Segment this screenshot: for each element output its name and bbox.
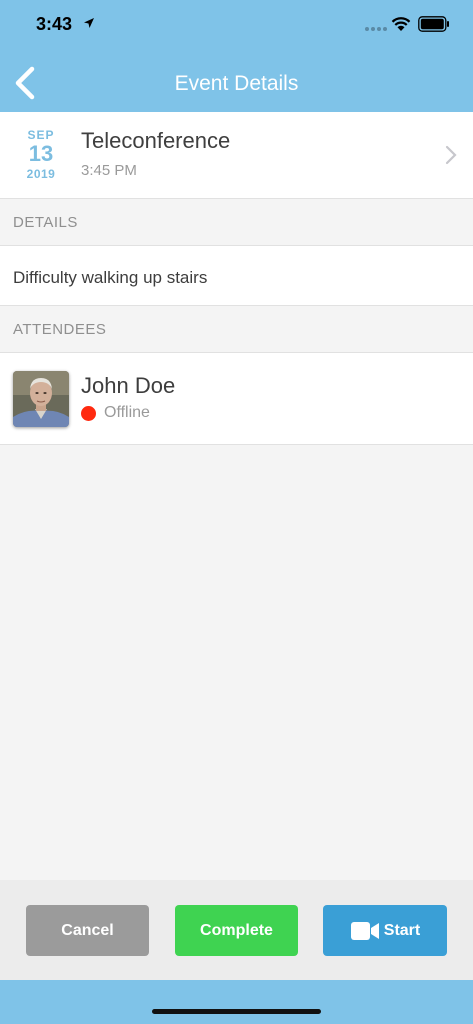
battery-icon	[418, 16, 449, 32]
event-month: SEP	[27, 128, 55, 142]
attendee-row[interactable]: John Doe Offline	[0, 352, 473, 445]
event-summary-row[interactable]: SEP 13 2019 Teleconference 3:45 PM	[0, 112, 473, 199]
start-button-label: Start	[383, 921, 421, 939]
attendee-name: John Doe	[81, 373, 176, 398]
event-day: 13	[28, 141, 54, 166]
event-year: 2019	[26, 167, 56, 181]
start-button[interactable]: Start	[323, 905, 447, 956]
attendee-status: Offline	[104, 404, 150, 421]
complete-button[interactable]: Complete	[175, 905, 298, 956]
cancel-button-label: Cancel	[61, 921, 114, 939]
event-date: SEP 13 2019	[16, 128, 66, 181]
attendees-section-header: ATTENDEES	[0, 306, 473, 352]
video-camera-icon	[350, 921, 379, 940]
avatar	[13, 371, 69, 427]
navigation-bar: Event Details	[0, 52, 473, 112]
complete-button-label: Complete	[200, 921, 273, 939]
event-title: Teleconference	[81, 128, 231, 153]
home-indicator[interactable]	[152, 1009, 321, 1014]
status-bar: 3:43	[0, 0, 473, 52]
location-arrow-icon	[84, 18, 94, 28]
chevron-right-icon	[445, 145, 457, 165]
page-title: Event Details	[174, 72, 299, 95]
action-bar: Cancel Complete Start	[0, 880, 473, 980]
offline-status-dot-icon	[81, 406, 96, 421]
details-section-header: DETAILS	[0, 199, 473, 245]
details-text: Difficulty walking up stairs	[13, 268, 208, 287]
home-indicator-area	[0, 980, 473, 1024]
event-time: 3:45 PM	[81, 162, 137, 179]
details-row: Difficulty walking up stairs	[0, 245, 473, 306]
cellular-signal-icon	[365, 27, 387, 31]
cancel-button[interactable]: Cancel	[26, 905, 149, 956]
status-time: 3:43	[36, 14, 73, 34]
wifi-icon	[391, 17, 411, 31]
